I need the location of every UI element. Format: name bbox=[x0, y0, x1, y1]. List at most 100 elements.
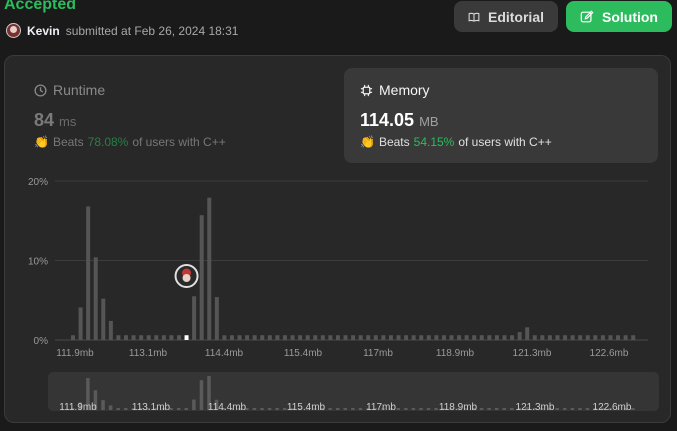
overview-bar bbox=[479, 408, 484, 410]
histogram-bar[interactable] bbox=[593, 335, 598, 340]
histogram-bar[interactable] bbox=[146, 335, 151, 340]
memory-distribution-chart[interactable]: 20% 10% 0% 111.9mb 113.1mb 114.4mb 115.4mb 117m… bbox=[0, 0, 677, 431]
histogram-bar[interactable] bbox=[108, 320, 113, 340]
histogram-bar[interactable] bbox=[381, 335, 386, 340]
histogram-bar[interactable] bbox=[472, 335, 477, 340]
histogram-bar[interactable] bbox=[578, 335, 583, 340]
highlight-bar[interactable] bbox=[184, 335, 189, 340]
histogram-bar[interactable] bbox=[449, 335, 454, 340]
histogram-bar[interactable] bbox=[563, 335, 568, 340]
overview-bar bbox=[199, 380, 204, 410]
overview-bar bbox=[184, 408, 189, 410]
histogram-bar[interactable] bbox=[131, 335, 136, 340]
histogram-bar[interactable] bbox=[267, 335, 272, 340]
histogram-bar[interactable] bbox=[71, 335, 75, 340]
histogram-bar[interactable] bbox=[237, 335, 242, 340]
histogram-bar[interactable] bbox=[328, 335, 333, 340]
histogram-bar[interactable] bbox=[525, 327, 530, 340]
histogram-bar[interactable] bbox=[585, 335, 590, 340]
histogram-bar[interactable] bbox=[388, 335, 393, 340]
histogram-bar[interactable] bbox=[214, 297, 219, 340]
x-tick-label: 111.9mb bbox=[56, 348, 94, 359]
histogram-bar[interactable] bbox=[404, 335, 409, 340]
overview-bar bbox=[631, 408, 635, 410]
histogram-bar[interactable] bbox=[275, 335, 280, 340]
x-tick-label: 117mb bbox=[363, 348, 393, 359]
overview-bar bbox=[275, 408, 279, 410]
overview-bar bbox=[192, 399, 196, 410]
overview-bar bbox=[252, 408, 257, 410]
histogram-bar[interactable] bbox=[555, 335, 560, 340]
histogram-bar[interactable] bbox=[479, 335, 484, 340]
histogram-bar[interactable] bbox=[373, 335, 378, 340]
histogram-bar[interactable] bbox=[487, 335, 492, 340]
y-tick-label: 0% bbox=[34, 336, 49, 347]
histogram-bar[interactable] bbox=[494, 335, 499, 340]
histogram-bar[interactable] bbox=[101, 298, 106, 340]
histogram-bar[interactable] bbox=[411, 335, 416, 340]
overview-bar bbox=[434, 408, 438, 410]
histogram-bar[interactable] bbox=[570, 335, 575, 340]
histogram-bar[interactable] bbox=[351, 335, 356, 340]
histogram-bar[interactable] bbox=[199, 215, 204, 340]
overview-bar bbox=[578, 408, 582, 410]
histogram-bar[interactable] bbox=[260, 335, 265, 340]
overview-tick-label: 115.4mb bbox=[287, 402, 326, 413]
histogram-bar[interactable] bbox=[290, 335, 295, 340]
histogram-bar[interactable] bbox=[502, 335, 507, 340]
histogram-bar[interactable] bbox=[245, 335, 250, 340]
histogram-bar[interactable] bbox=[510, 335, 515, 340]
histogram-bar[interactable] bbox=[441, 335, 446, 340]
histogram-bar[interactable] bbox=[616, 335, 621, 340]
histogram-bar[interactable] bbox=[623, 335, 628, 340]
histogram-bar[interactable] bbox=[540, 335, 545, 340]
histogram-bar[interactable] bbox=[229, 335, 234, 340]
histogram-bar[interactable] bbox=[78, 307, 83, 340]
histogram-bar[interactable] bbox=[532, 335, 537, 340]
overview-bar bbox=[396, 408, 401, 410]
histogram-bar[interactable] bbox=[426, 335, 431, 340]
overview-bar bbox=[108, 405, 113, 410]
histogram-bar[interactable] bbox=[419, 335, 424, 340]
histogram-bar[interactable] bbox=[631, 335, 636, 340]
histogram-bar[interactable] bbox=[298, 335, 303, 340]
histogram-bar[interactable] bbox=[154, 335, 159, 340]
y-tick-label: 20% bbox=[28, 177, 48, 188]
x-tick-label: 115.4mb bbox=[284, 348, 323, 359]
histogram-bar[interactable] bbox=[222, 335, 227, 340]
histogram-bar[interactable] bbox=[358, 335, 363, 340]
histogram-bar[interactable] bbox=[434, 335, 439, 340]
histogram-bar[interactable] bbox=[192, 296, 197, 340]
histogram-bar[interactable] bbox=[123, 335, 128, 340]
y-tick-label: 10% bbox=[28, 257, 48, 268]
histogram-bar[interactable] bbox=[517, 332, 522, 340]
overview-tick-label: 121.3mb bbox=[516, 402, 555, 413]
histogram-bar[interactable] bbox=[313, 335, 318, 340]
histogram-bar[interactable] bbox=[547, 335, 552, 340]
histogram-bar[interactable] bbox=[320, 335, 325, 340]
x-tick-label: 122.6mb bbox=[590, 348, 629, 359]
histogram-bar[interactable] bbox=[139, 335, 144, 340]
histogram-bar[interactable] bbox=[464, 335, 469, 340]
histogram-bar[interactable] bbox=[161, 335, 166, 340]
histogram-bar[interactable] bbox=[343, 335, 348, 340]
overview-bar bbox=[335, 408, 340, 410]
histogram-bar[interactable] bbox=[282, 335, 287, 340]
histogram-bar[interactable] bbox=[116, 335, 121, 340]
histogram-bar[interactable] bbox=[608, 335, 613, 340]
histogram-bar[interactable] bbox=[176, 335, 181, 340]
overview-bar bbox=[358, 408, 363, 410]
overview-bar bbox=[419, 408, 423, 410]
histogram-bar[interactable] bbox=[207, 197, 212, 340]
histogram-bar[interactable] bbox=[86, 206, 91, 340]
histogram-bar[interactable] bbox=[93, 257, 98, 340]
histogram-bar[interactable] bbox=[600, 335, 605, 340]
histogram-bar[interactable] bbox=[252, 335, 257, 340]
overview-bar bbox=[260, 408, 264, 410]
histogram-bar[interactable] bbox=[335, 335, 340, 340]
histogram-bar[interactable] bbox=[457, 335, 462, 340]
histogram-bar[interactable] bbox=[396, 335, 401, 340]
histogram-bar[interactable] bbox=[305, 335, 310, 340]
histogram-bar[interactable] bbox=[366, 335, 371, 340]
histogram-bar[interactable] bbox=[169, 335, 174, 340]
